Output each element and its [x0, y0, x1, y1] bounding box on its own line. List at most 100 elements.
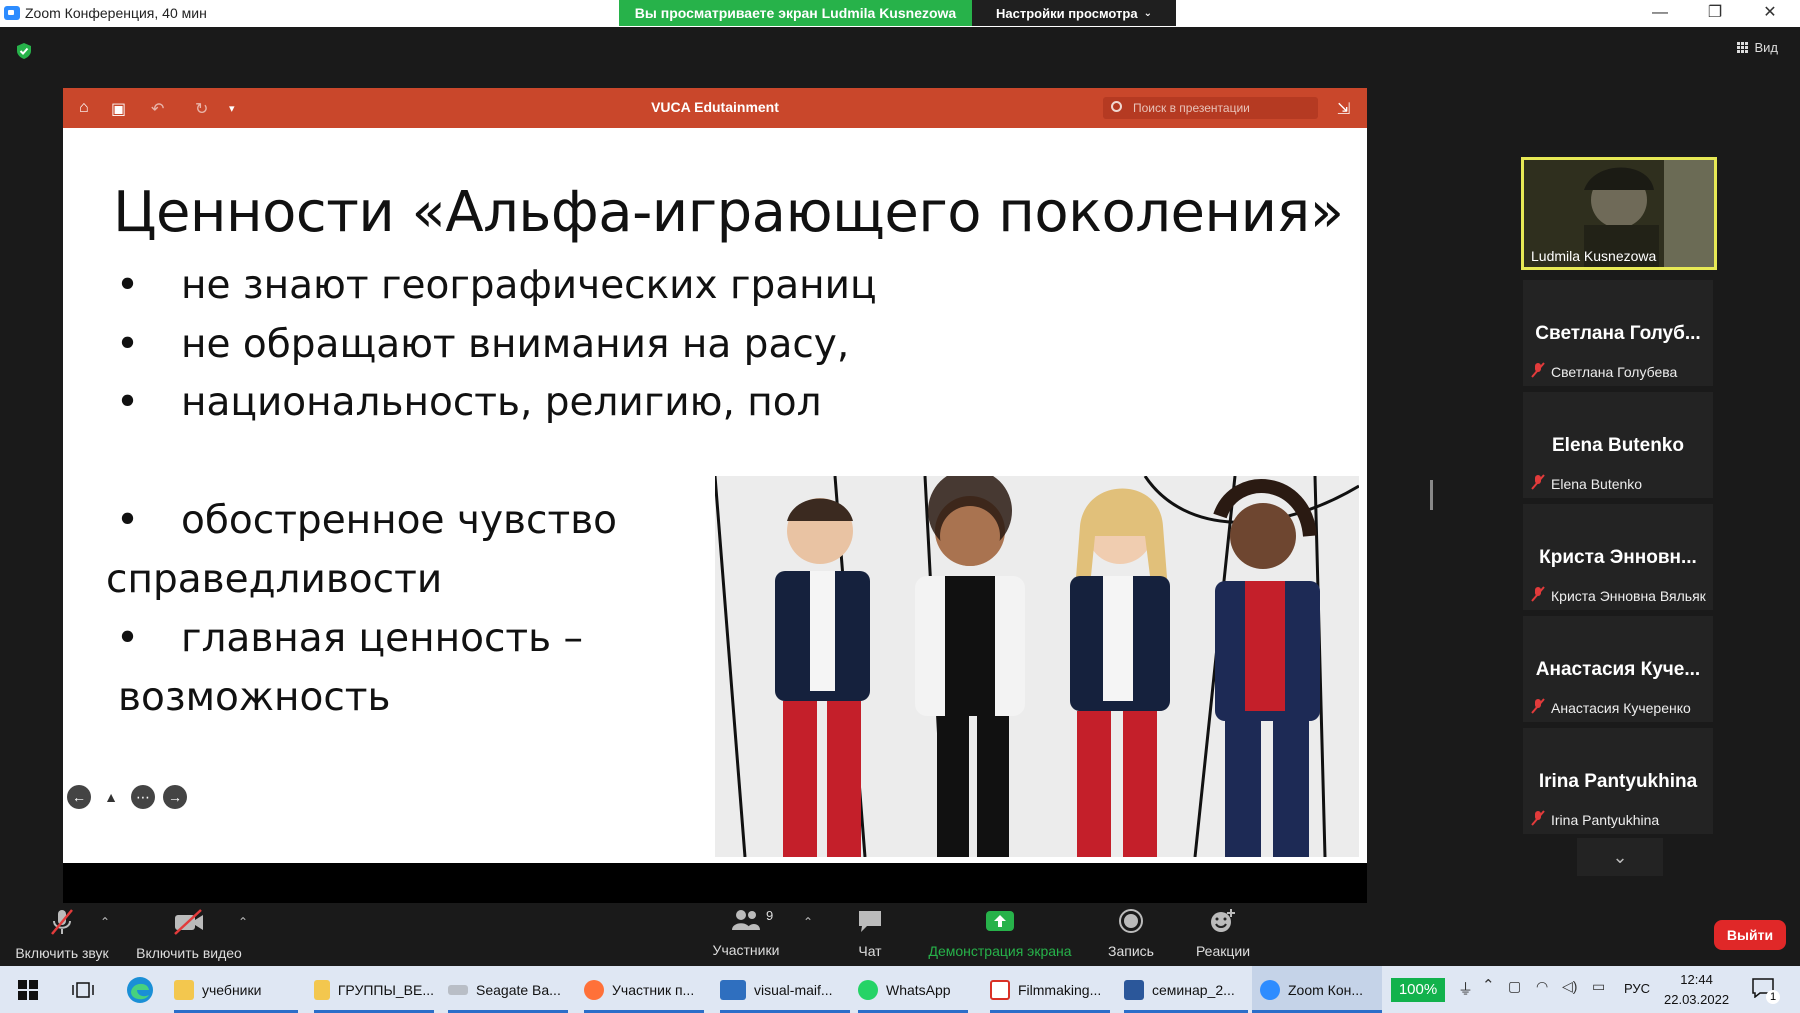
active-speaker-video[interactable]: Ludmila Kusnezowa [1521, 157, 1717, 270]
share-screen-icon [986, 911, 1014, 931]
participant-name: Криста Энновна Вяльяк [1551, 588, 1706, 604]
participant-name: Светлана Голубева [1551, 364, 1678, 380]
slide-title: Ценности «Альфа-играющего поколения» [113, 180, 1344, 245]
share-banner: Вы просматриваете экран Ludmila Kusnezow… [619, 0, 972, 26]
slide-bullet: • главная ценность – [116, 616, 583, 661]
view-button[interactable]: Вид [1737, 40, 1778, 55]
notifications-icon[interactable]: 1 [1752, 978, 1780, 1004]
taskbar-item-firefox[interactable]: Участник п... [584, 966, 704, 1013]
taskbar-item-zoom[interactable]: Zoom Кон... [1252, 966, 1382, 1013]
muted-mic-icon [1531, 698, 1545, 714]
battery-indicator[interactable]: 100% [1391, 978, 1445, 1002]
wifi-icon[interactable]: ◠ [1536, 978, 1548, 995]
share-icon[interactable]: ⇲ [1337, 99, 1350, 119]
minimize-icon[interactable]: — [1640, 2, 1680, 24]
chat-icon [859, 911, 881, 932]
clock[interactable]: 12:44 22.03.2022 [1664, 970, 1729, 1010]
participant-name: Irina Pantyukhina [1551, 812, 1660, 828]
slide-bullet: • национальность, религию, пол [116, 380, 822, 425]
input-language[interactable]: РУС [1624, 981, 1650, 996]
whatsapp-icon [858, 979, 878, 1000]
taskbar-label: учебники [202, 981, 262, 998]
chat-label: Чат [858, 943, 882, 959]
video-off-icon [174, 909, 203, 935]
participant-tile[interactable]: Irina Pantyukhina Irina Pantyukhina [1523, 728, 1713, 834]
share-screen-label: Демонстрация экрана [928, 943, 1072, 959]
start-video-button[interactable]: Включить видео [132, 908, 246, 961]
drive-icon [448, 984, 468, 995]
start-button[interactable] [18, 966, 40, 1013]
windows-logo-icon [18, 979, 38, 1000]
network-icon[interactable]: ▭ [1592, 978, 1605, 995]
edge-taskbar-item[interactable] [126, 966, 156, 1013]
speaker-icon[interactable]: ◁) [1562, 978, 1577, 995]
clock-date: 22.03.2022 [1664, 992, 1730, 1007]
children-photo [715, 476, 1359, 857]
participant-tile[interactable]: Elena Butenko Elena Butenko [1523, 392, 1713, 498]
muted-mic-icon [51, 909, 73, 935]
video-options-chevron-icon[interactable]: ⌃ [238, 915, 248, 929]
share-screen-button[interactable]: Демонстрация экрана [922, 908, 1078, 959]
taskbar-label: visual-maif... [754, 981, 833, 998]
zoom-icon [1260, 979, 1280, 1000]
taskbar-item-pdf[interactable]: Filmmaking... [990, 966, 1110, 1013]
search-input[interactable]: Поиск в презентации [1103, 97, 1318, 119]
view-settings-button[interactable]: Настройки просмотра ⌄ [972, 0, 1176, 26]
participant-tile[interactable]: Светлана Голуб... Светлана Голубева [1523, 280, 1713, 386]
unmute-button[interactable]: Включить звук [10, 908, 114, 961]
tray-chevron-icon[interactable]: ⌃ [1482, 976, 1495, 994]
search-placeholder: Поиск в презентации [1133, 101, 1250, 115]
taskbar-item-groups[interactable]: ГРУППЫ_ВЕ... [314, 966, 434, 1013]
participants-button[interactable]: 9 Участники [700, 908, 792, 958]
taskbar-label: ГРУППЫ_ВЕ... [337, 981, 434, 998]
shield-icon[interactable] [16, 42, 32, 60]
powerpoint-toolbar: ⌂ ▣ ↶ ↻ ▾ VUCA Edutainment Поиск в презе… [63, 88, 1367, 128]
record-button[interactable]: Запись [1100, 908, 1162, 959]
edge-icon [127, 976, 153, 1003]
smile-icon [1211, 909, 1235, 932]
close-icon[interactable]: ✕ [1750, 2, 1790, 24]
leave-button[interactable]: Выйти [1714, 920, 1786, 950]
taskbar-label: Zoom Кон... [1288, 981, 1364, 998]
slide-bullet-continuation: справедливости [106, 557, 443, 602]
shared-screen: ⌂ ▣ ↶ ↻ ▾ VUCA Edutainment Поиск в презе… [63, 88, 1367, 903]
previous-slide-icon[interactable]: ← [67, 785, 91, 809]
taskbar: учебники ГРУППЫ_ВЕ... Seagate Ba... Учас… [0, 966, 1800, 1013]
slide-bullet: • обостренное чувство [116, 498, 618, 543]
device-icon[interactable]: ▢ [1508, 978, 1521, 995]
clock-time: 12:44 [1680, 972, 1713, 987]
more-options-icon[interactable]: ⋯ [131, 785, 155, 809]
photos-icon [720, 979, 746, 1000]
start-video-label: Включить видео [136, 945, 242, 961]
participant-tile[interactable]: Анастасия Куче... Анастасия Кучеренко [1523, 616, 1713, 722]
muted-mic-icon [1531, 474, 1545, 490]
word-icon [1124, 979, 1144, 1000]
next-slide-icon[interactable]: → [163, 785, 187, 809]
pen-tool-icon[interactable]: ▲ [99, 785, 123, 809]
taskbar-label: семинар_2... [1152, 981, 1235, 998]
window-title: Zoom Конференция, 40 мин [25, 5, 207, 21]
audio-options-chevron-icon[interactable]: ⌃ [100, 915, 110, 929]
firefox-icon [584, 979, 604, 1000]
participant-name: Анастасия Кучеренко [1551, 700, 1691, 716]
panel-splitter[interactable] [1430, 480, 1433, 510]
zoom-app-icon [4, 6, 20, 20]
reactions-label: Реакции [1195, 943, 1251, 959]
restore-icon[interactable]: ❐ [1695, 2, 1735, 24]
chat-button[interactable]: Чат [840, 908, 900, 959]
record-icon [1119, 909, 1143, 933]
taskbar-item-photos[interactable]: visual-maif... [720, 966, 850, 1013]
unmute-label: Включить звук [15, 945, 109, 961]
taskbar-item-seagate[interactable]: Seagate Ba... [448, 966, 568, 1013]
reactions-button[interactable]: Реакции [1188, 908, 1258, 959]
zoom-window: Zoom Конференция, 40 мин Вы просматривае… [0, 0, 1800, 1013]
scroll-down-chevron-icon[interactable]: ⌄ [1577, 838, 1663, 876]
taskbar-item-word[interactable]: семинар_2... [1124, 966, 1248, 1013]
taskbar-item-textbooks[interactable]: учебники [174, 966, 298, 1013]
task-view-button[interactable] [72, 966, 96, 1013]
participant-tile[interactable]: Криста Энновн... Криста Энновна Вяльяк [1523, 504, 1713, 610]
record-label: Запись [1108, 943, 1154, 959]
participants-options-chevron-icon[interactable]: ⌃ [803, 915, 813, 929]
taskbar-item-whatsapp[interactable]: WhatsApp [858, 966, 968, 1013]
folder-icon [314, 979, 330, 1000]
